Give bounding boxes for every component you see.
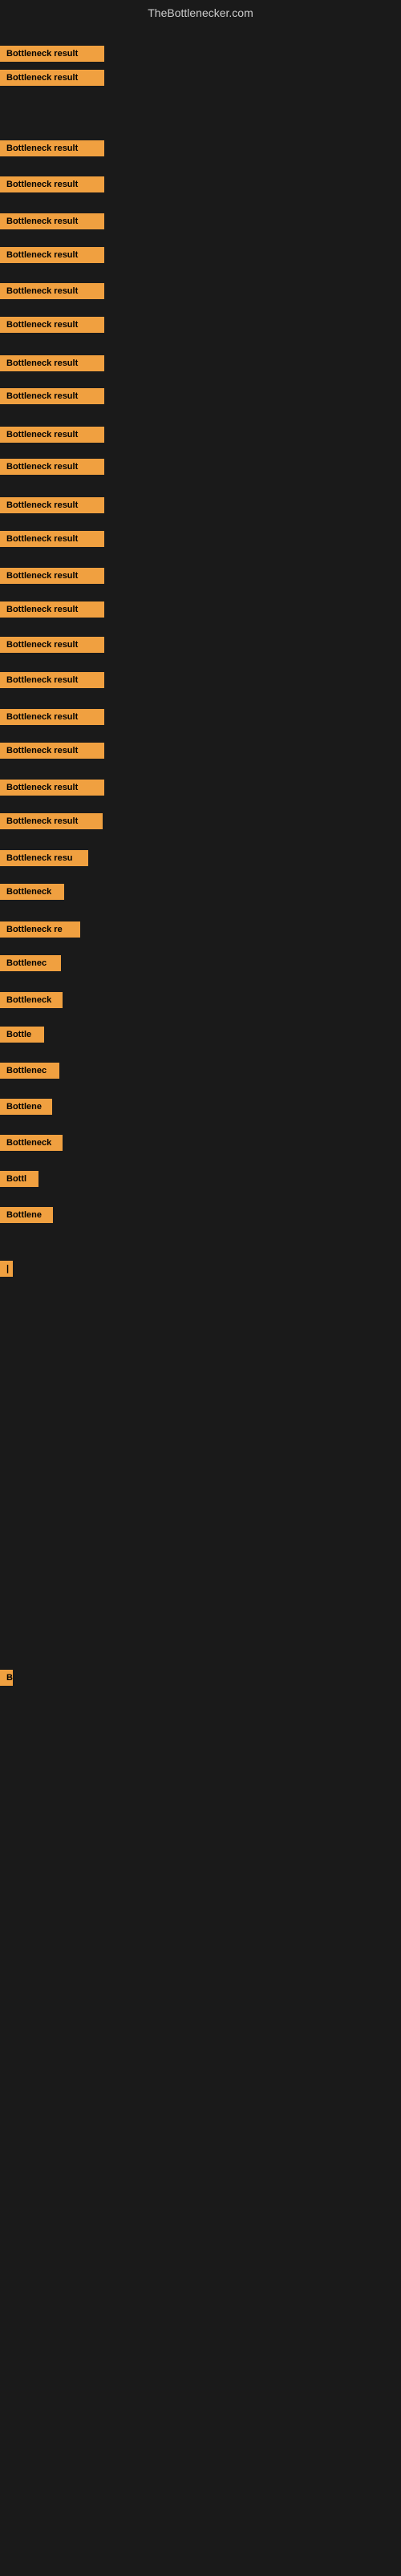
- bottleneck-result-label: Bottlene: [0, 1207, 53, 1223]
- list-item: B: [0, 1670, 13, 1690]
- bottleneck-result-label: Bottleneck result: [0, 140, 104, 156]
- list-item: Bottleneck result: [0, 355, 104, 375]
- bottleneck-result-label: Bottleneck result: [0, 355, 104, 371]
- list-item: Bottleneck result: [0, 427, 104, 447]
- list-item: Bottleneck result: [0, 140, 104, 160]
- list-item: Bottleneck: [0, 992, 63, 1012]
- list-item: Bottleneck: [0, 884, 64, 904]
- list-item: Bottleneck result: [0, 46, 104, 66]
- list-item: Bottleneck result: [0, 247, 104, 267]
- bottleneck-result-label: Bottl: [0, 1171, 38, 1187]
- bottleneck-result-label: Bottleneck: [0, 1135, 63, 1151]
- list-item: Bottlene: [0, 1207, 53, 1227]
- list-item: Bottl: [0, 1171, 38, 1191]
- bottleneck-result-label: Bottle: [0, 1027, 44, 1043]
- list-item: |: [0, 1261, 13, 1281]
- list-item: Bottleneck result: [0, 459, 104, 479]
- bottleneck-result-label: Bottleneck result: [0, 531, 104, 547]
- list-item: Bottlene: [0, 1099, 52, 1119]
- bottleneck-result-label: Bottleneck re: [0, 921, 80, 938]
- bottleneck-result-label: Bottleneck result: [0, 601, 104, 618]
- bottleneck-result-label: Bottleneck result: [0, 317, 104, 333]
- bottleneck-result-label: Bottleneck result: [0, 459, 104, 475]
- bottleneck-result-label: Bottleneck resu: [0, 850, 88, 866]
- list-item: Bottleneck result: [0, 176, 104, 196]
- bottleneck-result-label: Bottleneck result: [0, 672, 104, 688]
- list-item: Bottleneck result: [0, 531, 104, 551]
- bottleneck-result-label: Bottleneck result: [0, 497, 104, 513]
- list-item: Bottleneck re: [0, 921, 80, 942]
- bottleneck-result-label: Bottlenec: [0, 1063, 59, 1079]
- list-item: Bottleneck result: [0, 813, 103, 833]
- list-item: Bottleneck result: [0, 283, 104, 303]
- list-item: Bottleneck result: [0, 672, 104, 692]
- list-item: Bottleneck result: [0, 601, 104, 622]
- bottleneck-result-label: Bottlenec: [0, 955, 61, 971]
- bottleneck-result-label: Bottleneck result: [0, 176, 104, 192]
- list-item: Bottleneck result: [0, 497, 104, 517]
- list-item: Bottleneck: [0, 1135, 63, 1155]
- list-item: Bottleneck result: [0, 568, 104, 588]
- bottleneck-result-label: B: [0, 1670, 13, 1686]
- list-item: Bottleneck result: [0, 709, 104, 729]
- bottleneck-result-label: Bottleneck result: [0, 637, 104, 653]
- bottleneck-result-label: Bottleneck result: [0, 743, 104, 759]
- bottleneck-result-label: Bottleneck result: [0, 46, 104, 62]
- list-item: Bottleneck result: [0, 743, 104, 763]
- bottleneck-result-label: Bottleneck result: [0, 283, 104, 299]
- bottleneck-result-label: Bottleneck: [0, 992, 63, 1008]
- bottleneck-result-label: Bottleneck result: [0, 709, 104, 725]
- list-item: Bottleneck result: [0, 780, 104, 800]
- list-item: Bottleneck result: [0, 388, 104, 408]
- bottleneck-result-label: Bottleneck: [0, 884, 64, 900]
- bottleneck-result-label: Bottleneck result: [0, 568, 104, 584]
- site-title: TheBottlenecker.com: [0, 0, 401, 26]
- list-item: Bottleneck result: [0, 317, 104, 337]
- bottleneck-result-label: Bottleneck result: [0, 213, 104, 229]
- list-item: Bottleneck result: [0, 213, 104, 233]
- list-item: Bottleneck resu: [0, 850, 88, 870]
- bottleneck-result-label: Bottleneck result: [0, 247, 104, 263]
- bottleneck-result-label: Bottleneck result: [0, 388, 104, 404]
- bottleneck-result-label: Bottlene: [0, 1099, 52, 1115]
- bottleneck-result-label: Bottleneck result: [0, 427, 104, 443]
- bottleneck-result-label: Bottleneck result: [0, 780, 104, 796]
- list-item: Bottleneck result: [0, 70, 104, 90]
- bottleneck-result-label: Bottleneck result: [0, 813, 103, 829]
- list-item: Bottleneck result: [0, 637, 104, 657]
- list-item: Bottlenec: [0, 955, 61, 975]
- bottleneck-result-label: |: [0, 1261, 13, 1277]
- list-item: Bottlenec: [0, 1063, 59, 1083]
- list-item: Bottle: [0, 1027, 44, 1047]
- bottleneck-result-label: Bottleneck result: [0, 70, 104, 86]
